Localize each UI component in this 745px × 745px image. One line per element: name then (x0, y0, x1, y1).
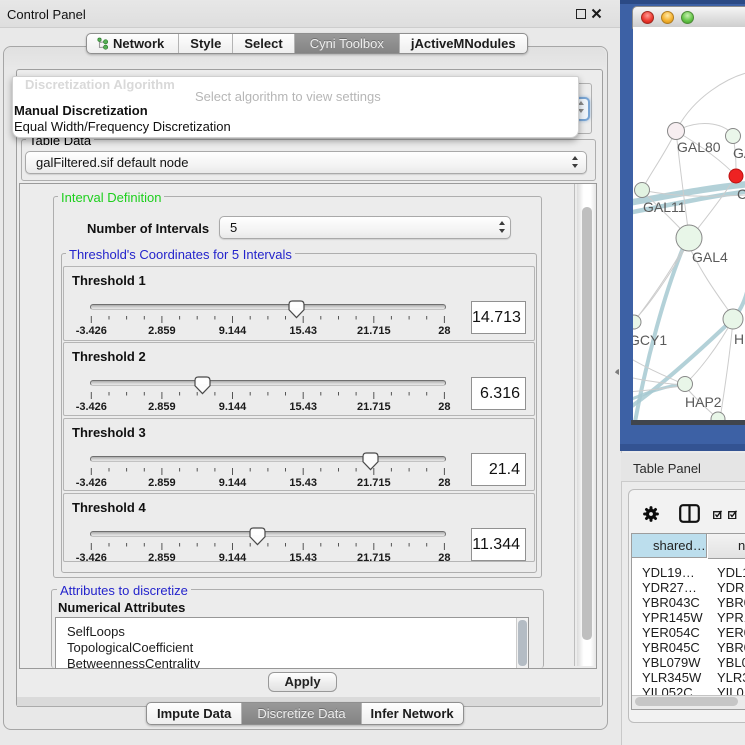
svg-text:HAP2: HAP2 (685, 394, 722, 410)
svg-text:GAL80: GAL80 (677, 139, 721, 155)
svg-text:GAL11: GAL11 (643, 199, 686, 215)
svg-text:H: H (734, 331, 744, 347)
svg-text:GAL4: GAL4 (692, 249, 728, 265)
svg-text:GA: GA (733, 145, 745, 161)
svg-text:GCY1: GCY1 (633, 332, 667, 348)
svg-text:C: C (737, 186, 745, 202)
